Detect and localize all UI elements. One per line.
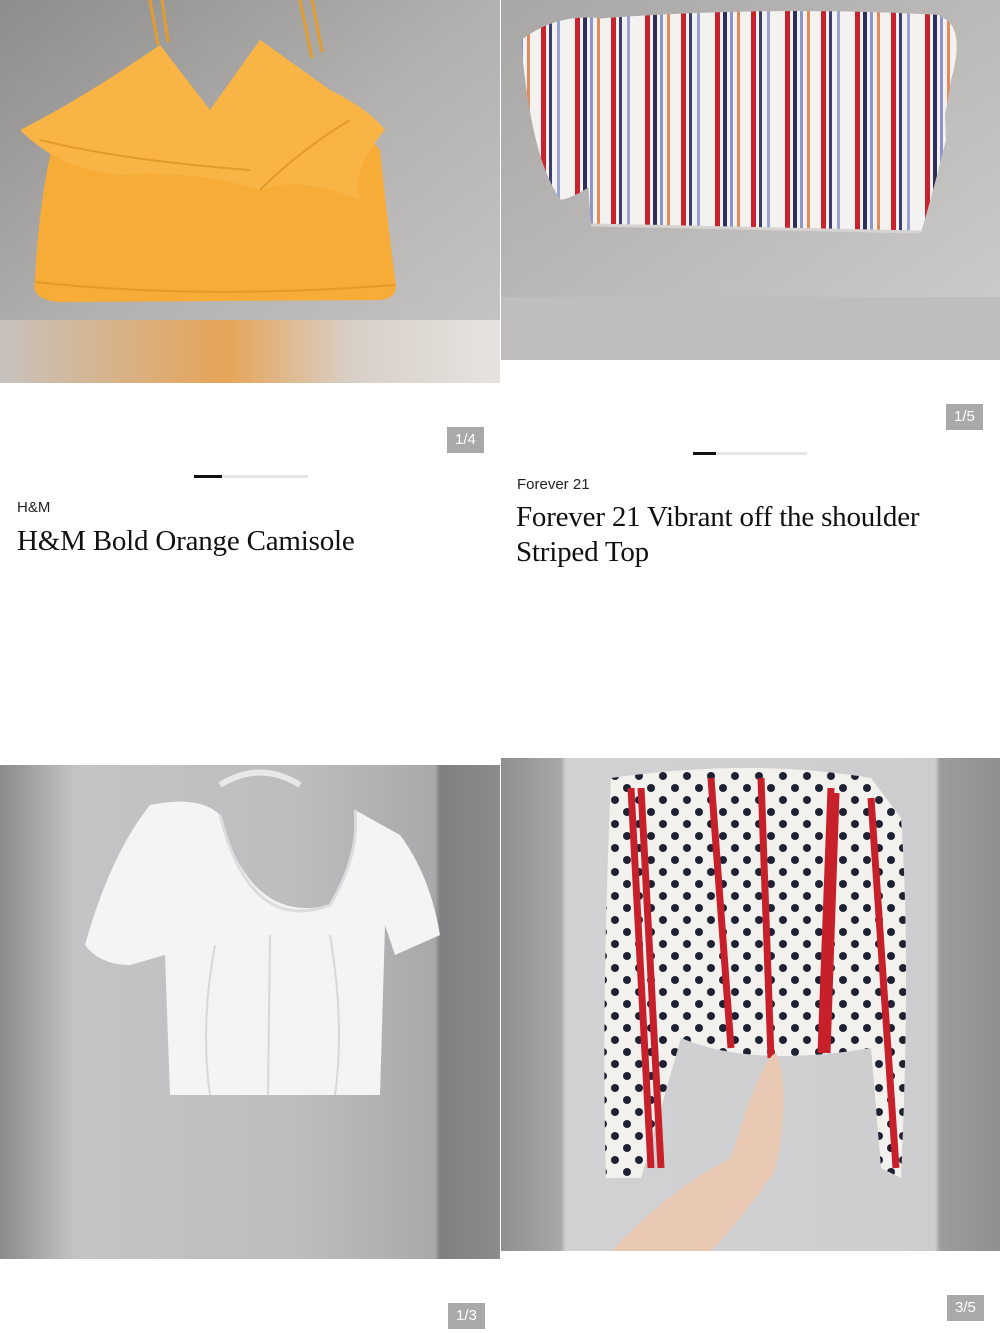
image-progress-fill [194,475,222,478]
image-progress-bar [194,475,308,478]
image-counter: 3/5 [947,1295,984,1321]
listing-card-3[interactable]: 1/3 [0,765,500,1333]
listing-title[interactable]: Forever 21 Vibrant off the shoulder Stri… [516,500,986,570]
listing-card-2[interactable]: 1/5 Forever 21 Forever 21 Vibrant off th… [500,0,1000,600]
listing-brand[interactable]: Forever 21 [517,476,590,493]
image-progress-bar [693,452,807,455]
listing-photo-4[interactable] [501,758,1000,1251]
listing-photo-1[interactable] [0,0,500,383]
listing-photo-2[interactable] [501,0,1000,360]
listing-photo-3[interactable] [0,765,500,1259]
listing-card-4[interactable]: 3/5 [500,758,1000,1333]
image-counter: 1/5 [946,404,983,430]
image-progress-fill [693,452,716,455]
image-counter: 1/4 [447,427,484,453]
listing-brand[interactable]: H&M [17,499,50,516]
listing-card-1[interactable]: 1/4 H&M H&M Bold Orange Camisole [0,0,500,600]
image-counter: 1/3 [448,1303,485,1329]
listing-title[interactable]: H&M Bold Orange Camisole [17,524,487,559]
